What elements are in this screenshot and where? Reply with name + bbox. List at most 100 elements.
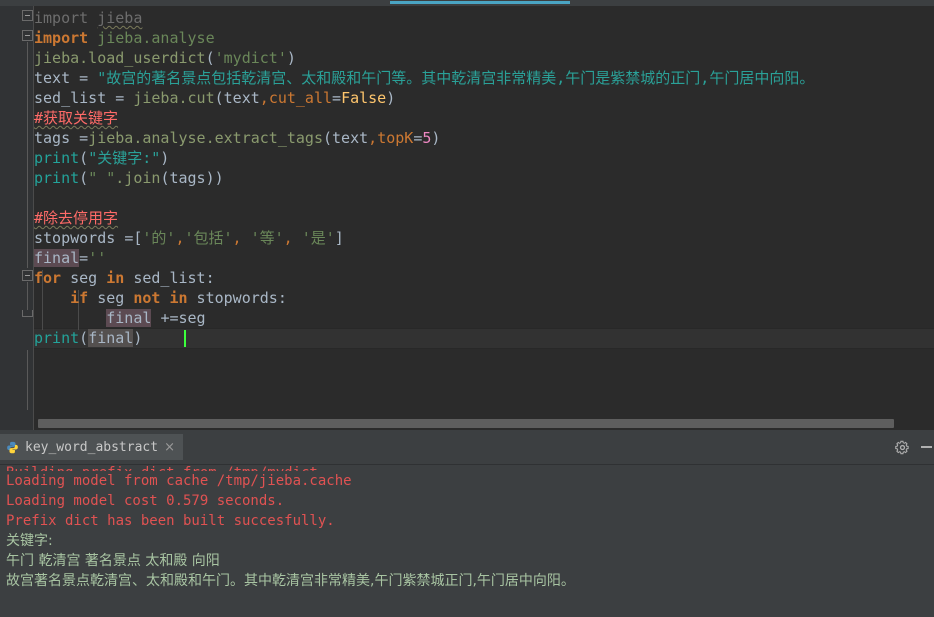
code-token: final (88, 329, 134, 347)
console-output-area[interactable]: Building prefix dict from /tmp/mydict ..… (0, 465, 934, 617)
code-line-9[interactable]: print(" ".join(tags)) (34, 168, 224, 188)
fold-region-line (27, 350, 28, 410)
minimize-icon[interactable] (921, 446, 932, 448)
code-line-16[interactable]: final +=seg (34, 308, 206, 328)
code-token: '是' (301, 229, 335, 247)
code-token: .join (115, 169, 161, 187)
code-line-15[interactable]: if seg not in stopwords: (34, 288, 287, 308)
console-tab-bar: key_word_abstract × (0, 430, 934, 464)
code-token: , (368, 129, 378, 147)
code-token: jieba (97, 9, 143, 27)
code-token: += (160, 309, 179, 327)
code-token: '' (88, 249, 107, 267)
code-token: jieba.load_userdict (34, 49, 206, 67)
code-line-3[interactable]: jieba.load_userdict('mydict') (34, 48, 296, 68)
fold-marker-icon[interactable] (22, 270, 33, 281)
code-token: not (133, 289, 161, 307)
close-icon[interactable]: × (164, 440, 175, 455)
code-line-6[interactable]: #获取关键字 (34, 108, 118, 128)
console-tab-key-word-abstract[interactable]: key_word_abstract × (0, 434, 183, 460)
code-token: ) (386, 89, 396, 107)
code-line-14[interactable]: for seg in sed_list: (34, 268, 215, 288)
active-tab-indicator (390, 1, 570, 4)
code-token: , (283, 229, 293, 247)
fold-region-line (27, 282, 28, 310)
console-line: Loading model cost 0.579 seconds. (6, 493, 285, 509)
code-token: = (79, 69, 89, 87)
code-token: seg (61, 269, 107, 287)
editor-horizontal-scrollbar[interactable] (34, 416, 934, 430)
code-token: text (34, 69, 80, 87)
code-token: text (223, 89, 260, 107)
code-token: ( (323, 129, 333, 147)
console-line: Loading model from cache /tmp/jieba.cach… (6, 473, 352, 489)
code-token: jieba.cut (133, 89, 215, 107)
code-token: , (259, 89, 269, 107)
code-token: ) (431, 129, 441, 147)
code-token: "关键字:" (88, 149, 161, 167)
code-token: ( (79, 149, 89, 167)
code-token: ) (286, 49, 296, 67)
console-tab-label: key_word_abstract (25, 439, 159, 455)
code-token: if (70, 289, 89, 307)
code-token: topK (377, 129, 414, 147)
code-token: : (205, 269, 215, 287)
code-token: in (169, 289, 188, 307)
code-line-12[interactable]: stopwords =['的','包括', '等', '是'] (34, 228, 344, 248)
code-editor[interactable]: import jieba import jieba.analyse jieba.lo… (0, 6, 934, 430)
run-console-panel: key_word_abstract × Building prefix dict… (0, 430, 934, 617)
code-token: ] (334, 229, 344, 247)
scrollbar-thumb[interactable] (38, 419, 894, 428)
console-line: 故宫著名景点乾清宫、太和殿和午门。其中乾清宫非常精美,午门紫禁城正门,午门居中向… (6, 573, 575, 589)
code-token: )) (205, 169, 224, 187)
fold-marker-icon[interactable] (22, 30, 33, 41)
code-token: ) (133, 329, 143, 347)
code-token: sed_list (124, 269, 206, 287)
code-token: print (34, 149, 80, 167)
code-line-17[interactable]: print(final) (34, 328, 142, 348)
code-token: : (277, 289, 287, 307)
code-line-11[interactable]: #除去停用字 (34, 208, 118, 228)
code-token: = (413, 129, 423, 147)
code-line-8[interactable]: print("关键字:") (34, 148, 169, 168)
code-token: final (34, 249, 80, 267)
code-token: '包括' (184, 229, 233, 247)
fold-end-icon[interactable] (22, 310, 33, 317)
code-token: #获取关键字 (34, 109, 119, 127)
code-token: text (332, 129, 369, 147)
code-token: "故宫的著名景点包括乾清宫、太和殿和午门等。其中乾清宫非常精美,午门是紫禁城的正… (97, 69, 815, 87)
code-token: ( (79, 169, 89, 187)
code-token: = (124, 229, 134, 247)
fold-marker-icon[interactable] (22, 10, 33, 21)
code-line-1[interactable]: import jieba (34, 8, 142, 28)
editor-gutter[interactable] (0, 6, 34, 430)
code-token: 'mydict' (214, 49, 287, 67)
console-line: Prefix dict has been built succesfully. (6, 513, 335, 529)
code-line-2[interactable]: import jieba.analyse (34, 28, 215, 48)
code-text-area[interactable]: import jieba import jieba.analyse jieba.lo… (34, 6, 934, 430)
code-token: tags (34, 129, 80, 147)
code-token: = (332, 89, 342, 107)
code-token: stopwords (187, 289, 278, 307)
code-token: ) (160, 149, 170, 167)
code-token: cut_all (268, 89, 333, 107)
code-line-5[interactable]: sed_list = jieba.cut(text,cut_all=False) (34, 88, 395, 108)
code-token: for (34, 269, 62, 287)
code-token: import (34, 29, 89, 47)
console-line: 午门 乾清宫 著名景点 太和殿 向阳 (6, 553, 220, 569)
code-token: final (106, 309, 152, 327)
code-line-4[interactable]: text = "故宫的著名景点包括乾清宫、太和殿和午门等。其中乾清宫非常精美,午… (34, 68, 814, 88)
gear-icon[interactable] (895, 440, 910, 455)
code-token: print (34, 329, 80, 347)
text-caret (184, 330, 186, 347)
code-line-7[interactable]: tags =jieba.analyse.extract_tags(text,to… (34, 128, 440, 148)
code-token: stopwords (34, 229, 125, 247)
code-token: ( (214, 89, 224, 107)
code-line-13[interactable]: final='' (34, 248, 106, 268)
code-token: = (115, 89, 125, 107)
